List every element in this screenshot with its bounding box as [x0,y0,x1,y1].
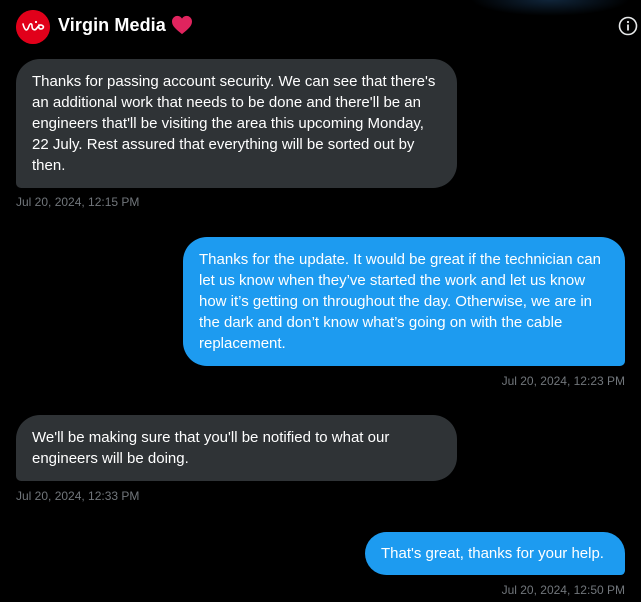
message-bubble-outgoing[interactable]: Thanks for the update. It would be great… [183,237,625,366]
message-timestamp: Jul 20, 2024, 12:33 PM [16,489,140,503]
virgin-logo-icon [16,10,50,44]
message-bubble-incoming[interactable]: Thanks for passing account security. We … [16,59,457,188]
message-timestamp: Jul 20, 2024, 12:15 PM [16,195,140,209]
message-timestamp: Jul 20, 2024, 12:23 PM [501,374,625,388]
conversation-header: Virgin Media [0,0,641,52]
heart-icon [172,15,192,35]
message-bubble-incoming[interactable]: We'll be making sure that you'll be noti… [16,415,457,481]
message-bubble-outgoing[interactable]: That's great, thanks for your help. [365,532,625,575]
page-title[interactable]: Virgin Media [58,15,166,36]
message-timestamp: Jul 20, 2024, 12:50 PM [501,583,625,597]
avatar[interactable] [16,10,50,44]
info-icon[interactable] [618,16,638,36]
header-glow [470,0,630,16]
